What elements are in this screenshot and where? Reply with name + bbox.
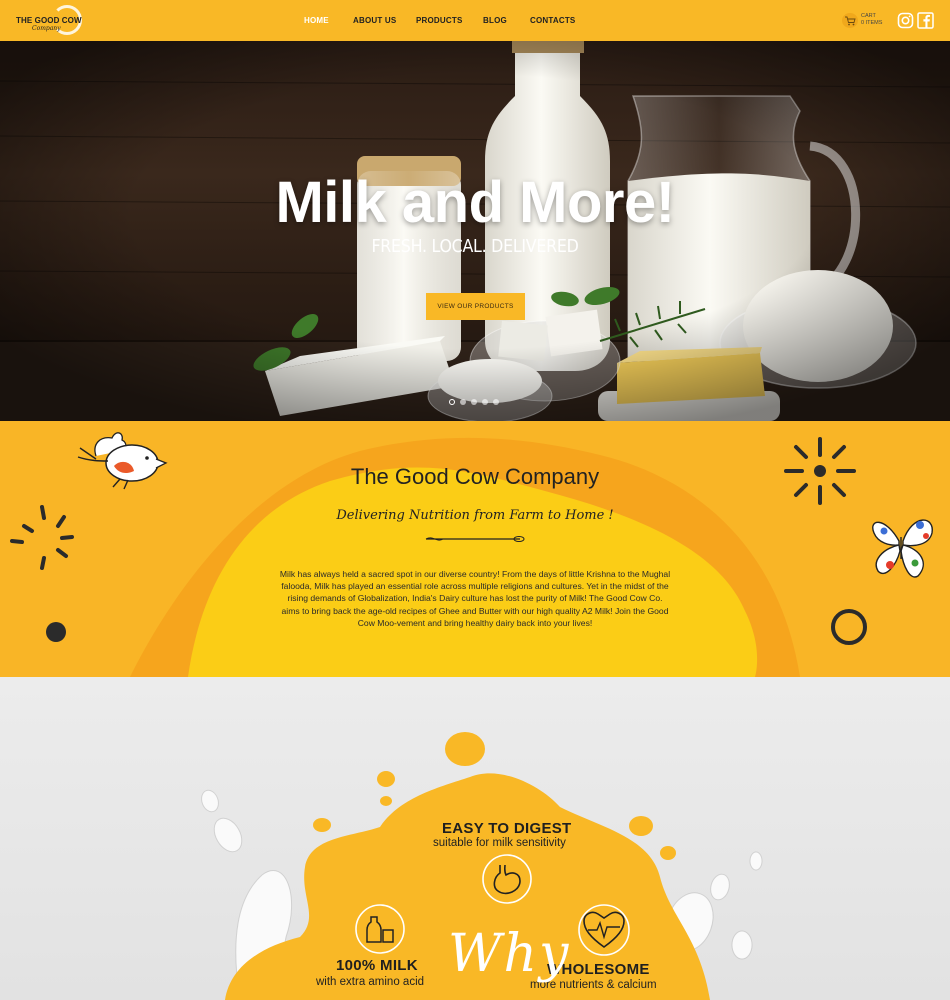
cart-count: 0 ITEMS [861, 20, 883, 26]
instagram-icon[interactable] [897, 12, 914, 29]
cart-button[interactable]: CART 0 ITEMS [842, 11, 892, 31]
about-tagline: Delivering Nutrition from Farm to Home ! [336, 508, 614, 523]
view-products-button[interactable]: VIEW OUR PRODUCTS [426, 293, 525, 320]
logo-title: THE GOOD COW [16, 16, 82, 25]
feature-title-easy-to-digest: EASY TO DIGEST [442, 820, 572, 837]
about-body: Milk has always held a sacred spot in ou… [279, 569, 671, 628]
feature-sub-easy-to-digest: suitable for milk sensitivity [433, 837, 566, 849]
facebook-icon[interactable] [917, 12, 934, 29]
nav-about-us[interactable]: ABOUT US [353, 16, 396, 25]
about-decoration [10, 432, 933, 677]
butterfly-icon [872, 519, 933, 578]
logo[interactable]: THE GOOD COW Company [14, 5, 82, 37]
hero-slider: Milk and More! FRESH. LOCAL. DELIVERED V… [0, 41, 950, 421]
slider-dot-5[interactable] [493, 399, 499, 405]
slider-dot-1[interactable] [449, 399, 455, 405]
logo-subtitle: Company [32, 25, 61, 32]
hero-title: Milk and More! [275, 170, 675, 235]
slider-dot-2[interactable] [460, 399, 466, 405]
about-title: The Good Cow Company [350, 464, 600, 489]
feature-title-100-milk: 100% MILK [336, 957, 418, 974]
nav-blog[interactable]: BLOG [483, 16, 507, 25]
hero-subtitle: FRESH. LOCAL. DELIVERED [371, 236, 579, 257]
slider-dot-3[interactable] [471, 399, 477, 405]
nav-home[interactable]: HOME [304, 16, 329, 25]
slider-dot-4[interactable] [482, 399, 488, 405]
why-section: EASY TO DIGEST suitable for milk sensiti… [0, 677, 950, 1000]
cart-label: CART 0 ITEMS [861, 13, 882, 27]
cart-icon [842, 13, 858, 28]
nav-contacts[interactable]: CONTACTS [530, 16, 575, 25]
site-header: THE GOOD COW Company HOME ABOUT US PRODU… [0, 0, 950, 41]
about-section: The Good Cow Company Delivering Nutritio… [0, 421, 950, 677]
why-heading: Why [448, 924, 571, 984]
nav-products[interactable]: PRODUCTS [416, 16, 463, 25]
feature-sub-100-milk: with extra amino acid [316, 976, 425, 988]
cart-label-text: CART [861, 13, 876, 19]
